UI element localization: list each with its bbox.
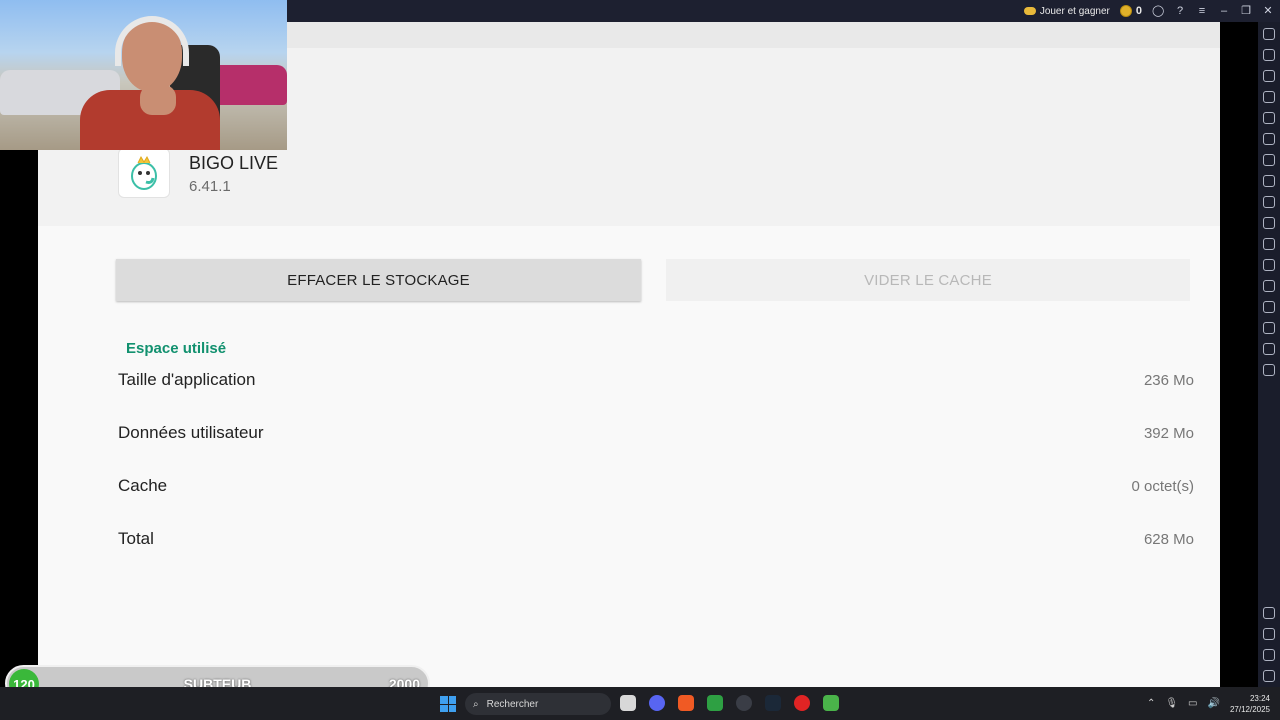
eco-mode-icon[interactable]	[1263, 301, 1275, 313]
search-placeholder: Rechercher	[486, 698, 539, 710]
row-label: Données utilisateur	[118, 423, 264, 442]
start-icon[interactable]	[440, 696, 456, 712]
storage-row-user-data: Données utilisateur 392 Mo	[118, 423, 1194, 447]
clear-storage-button[interactable]: EFFACER LE STOCKAGE	[116, 259, 641, 301]
clock[interactable]: 23:24 27/12/2025	[1230, 693, 1270, 715]
row-value: 392 Mo	[1143, 425, 1194, 442]
keyboard-controls-icon[interactable]	[1263, 91, 1275, 103]
row-label: Taille d'application	[118, 370, 256, 389]
rotate-icon[interactable]	[1263, 112, 1275, 124]
settings-icon[interactable]	[1263, 607, 1275, 619]
chevron-up-icon[interactable]: ⌃	[1147, 698, 1155, 709]
screenshot-icon[interactable]	[1263, 196, 1275, 208]
gamepad-icon	[1023, 7, 1036, 15]
coin-balance[interactable]: 0	[1119, 5, 1142, 17]
coin-count: 0	[1135, 5, 1142, 17]
speaker-icon[interactable]: 🔊	[1208, 698, 1220, 709]
recent-apps-icon[interactable]	[1263, 670, 1275, 682]
close-icon[interactable]: ✕	[1262, 5, 1274, 17]
home-icon[interactable]	[1263, 649, 1275, 661]
coin-icon	[1119, 5, 1132, 17]
location-icon[interactable]	[1263, 322, 1275, 334]
title-bar-controls: Jouer et gagner 0 ◯ ? ≡ – ❐ ✕	[1023, 0, 1274, 22]
play-and-earn-button[interactable]: Jouer et gagner	[1023, 5, 1110, 17]
play-and-earn-label: Jouer et gagner	[1039, 5, 1110, 17]
bigo-app-icon	[118, 148, 170, 198]
storage-section-title: Espace utilisé	[126, 340, 227, 357]
file-explorer-icon[interactable]	[620, 695, 636, 711]
bluestacks-icon[interactable]	[823, 695, 839, 711]
steam-icon[interactable]	[765, 695, 781, 711]
system-tray: ⌃ 🎙 ▭ 🔊 23:24 27/12/2025	[1147, 687, 1270, 720]
clock-date: 27/12/2025	[1229, 704, 1270, 714]
storage-row-cache: Cache 0 octet(s)	[118, 476, 1194, 500]
microphone-icon[interactable]: 🎙	[1165, 698, 1178, 709]
media-player-icon[interactable]	[794, 695, 810, 711]
taskbar-search[interactable]: ⌕ Rechercher	[465, 693, 611, 715]
restore-icon[interactable]: ❐	[1240, 5, 1252, 17]
brave-icon[interactable]	[678, 695, 694, 711]
storage-row-app-size: Taille d'application 236 Mo	[118, 370, 1194, 394]
network-icon[interactable]: ▭	[1188, 698, 1197, 709]
row-value: 0 octet(s)	[1131, 478, 1194, 495]
discord-icon[interactable]	[649, 695, 665, 711]
windows-taskbar: ⌕ Rechercher ⌃ 🎙 ▭ 🔊 23:24 27/12/2025	[0, 687, 1280, 720]
app-version: 6.41.1	[189, 178, 231, 195]
streaming-app-icon[interactable]	[707, 695, 723, 711]
performance-icon[interactable]	[1263, 175, 1275, 187]
search-icon: ⌕	[473, 698, 479, 710]
row-label: Cache	[118, 476, 168, 495]
multi-instance-icon[interactable]	[1263, 154, 1275, 166]
layers-icon[interactable]	[1263, 343, 1275, 355]
resize-icon[interactable]	[1263, 280, 1275, 292]
obs-icon[interactable]	[736, 695, 752, 711]
airplane-mode-icon[interactable]	[1263, 259, 1275, 271]
menu-icon[interactable]: ≡	[1196, 5, 1208, 17]
row-value: 628 Mo	[1143, 531, 1194, 548]
emulator-sidebar	[1258, 22, 1280, 687]
row-label: Total	[118, 529, 154, 548]
account-icon[interactable]: ◯	[1152, 5, 1164, 17]
back-icon[interactable]	[1263, 628, 1275, 640]
volume-icon[interactable]	[1263, 49, 1275, 61]
fullscreen-icon[interactable]	[1263, 28, 1275, 40]
app-name: BIGO LIVE	[189, 153, 279, 173]
row-value: 236 Mo	[1143, 372, 1194, 389]
install-apk-icon[interactable]	[1263, 70, 1275, 82]
webcam-overlay	[0, 0, 287, 150]
help-icon[interactable]: ?	[1174, 5, 1186, 17]
minimize-icon[interactable]: –	[1218, 5, 1230, 17]
sync-icon[interactable]	[1263, 364, 1275, 376]
record-icon[interactable]	[1263, 217, 1275, 229]
media-folder-icon[interactable]	[1263, 238, 1275, 250]
storage-row-total: Total 628 Mo	[118, 529, 1194, 553]
macro-icon[interactable]	[1263, 133, 1275, 145]
clock-time: 23:24	[1249, 693, 1270, 703]
clear-cache-button[interactable]: VIDER LE CACHE	[666, 259, 1190, 301]
